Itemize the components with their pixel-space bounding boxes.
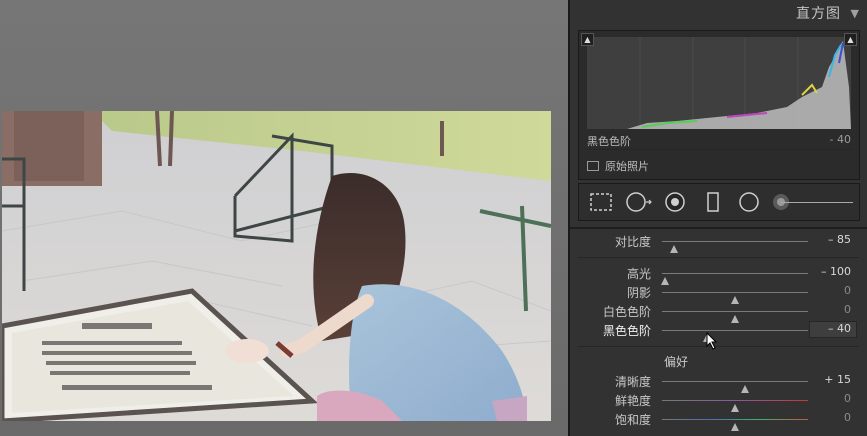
panel-divider <box>570 227 867 229</box>
slider-saturation[interactable]: 饱和度 0 <box>570 410 867 431</box>
slider-label: 对比度 <box>614 235 651 249</box>
histogram-info-label: 黑色色阶 <box>587 135 631 148</box>
highlight-clipping-icon[interactable]: ▲ <box>844 33 857 46</box>
red-eye-icon[interactable] <box>663 191 687 213</box>
spot-removal-icon[interactable] <box>625 191 652 213</box>
histogram-box: ▲ ▲ 黑色色阶 - 40 原始照片 <box>578 30 860 180</box>
triangle-down-icon[interactable]: ▼ <box>851 7 859 20</box>
section-separator <box>578 257 859 258</box>
photo-canvas <box>0 0 568 436</box>
brush-size-line <box>781 202 853 203</box>
histogram-title: 直方图 <box>796 6 842 22</box>
slider-value[interactable]: – 40 <box>828 322 851 335</box>
slider-label: 黑色色阶 <box>602 324 651 338</box>
histogram-plot <box>587 37 851 129</box>
slider-thumb[interactable] <box>731 423 739 431</box>
slider-value[interactable]: 0 <box>844 284 851 297</box>
slider-track[interactable] <box>662 241 808 253</box>
slider-contrast[interactable]: 对比度 – 85 <box>570 232 867 253</box>
slider-blacks[interactable]: 黑色色阶 – 40 <box>570 321 867 342</box>
slider-thumb[interactable] <box>669 245 678 253</box>
develop-panel: 直方图 ▼ ▲ ▲ 黑色色阶 - 40 原始照片 对比度 – 85 高光 – 1… <box>568 0 867 436</box>
slider-track[interactable] <box>662 330 808 342</box>
slider-track[interactable] <box>660 273 808 285</box>
slider-value[interactable]: – 85 <box>828 233 851 246</box>
slider-label: 饱和度 <box>614 413 651 427</box>
slider-track[interactable] <box>662 419 808 431</box>
mouse-cursor-icon <box>706 332 718 350</box>
histogram-info-value: - 40 <box>829 133 851 146</box>
crop-overlay-icon[interactable] <box>589 191 613 213</box>
histogram-header[interactable]: 直方图 ▼ <box>570 0 867 28</box>
slider-label: 白色色阶 <box>602 305 651 319</box>
slider-track[interactable] <box>662 292 808 304</box>
slider-value[interactable]: 0 <box>844 411 851 424</box>
slider-value[interactable]: 0 <box>844 392 851 405</box>
slider-label: 高光 <box>626 267 651 281</box>
slider-highlights[interactable]: 高光 – 100 <box>570 264 867 285</box>
slider-label: 阴影 <box>626 286 651 300</box>
slider-value[interactable]: – 100 <box>821 265 851 278</box>
slider-value[interactable]: 0 <box>844 303 851 316</box>
photo-preview[interactable] <box>2 111 551 421</box>
slider-clarity[interactable]: 清晰度 + 15 <box>570 372 867 393</box>
slider-whites[interactable]: 白色色阶 0 <box>570 302 867 323</box>
radial-filter-icon[interactable] <box>737 191 761 213</box>
slider-track[interactable] <box>662 311 808 323</box>
graduated-filter-icon[interactable] <box>701 191 725 213</box>
shadow-clipping-icon[interactable]: ▲ <box>581 33 594 46</box>
slider-value[interactable]: + 15 <box>824 373 851 386</box>
original-photo-toggle[interactable]: 原始照片 <box>587 158 649 174</box>
slider-shadows[interactable]: 阴影 0 <box>570 283 867 304</box>
original-photo-label: 原始照片 <box>605 160 649 173</box>
original-photo-checkbox[interactable] <box>587 161 599 171</box>
tool-strip <box>578 183 860 221</box>
slider-label: 清晰度 <box>614 375 651 389</box>
section-separator <box>578 346 859 347</box>
slider-label: 鲜艳度 <box>614 394 651 408</box>
histogram-graph <box>627 37 851 129</box>
presence-title: 偏好 <box>664 355 689 369</box>
photo-image <box>2 111 551 421</box>
slider-vibrance[interactable]: 鲜艳度 0 <box>570 391 867 412</box>
slider-track[interactable] <box>662 381 808 393</box>
slider-track[interactable] <box>662 400 808 412</box>
histogram-info: 黑色色阶 - 40 <box>587 133 851 150</box>
